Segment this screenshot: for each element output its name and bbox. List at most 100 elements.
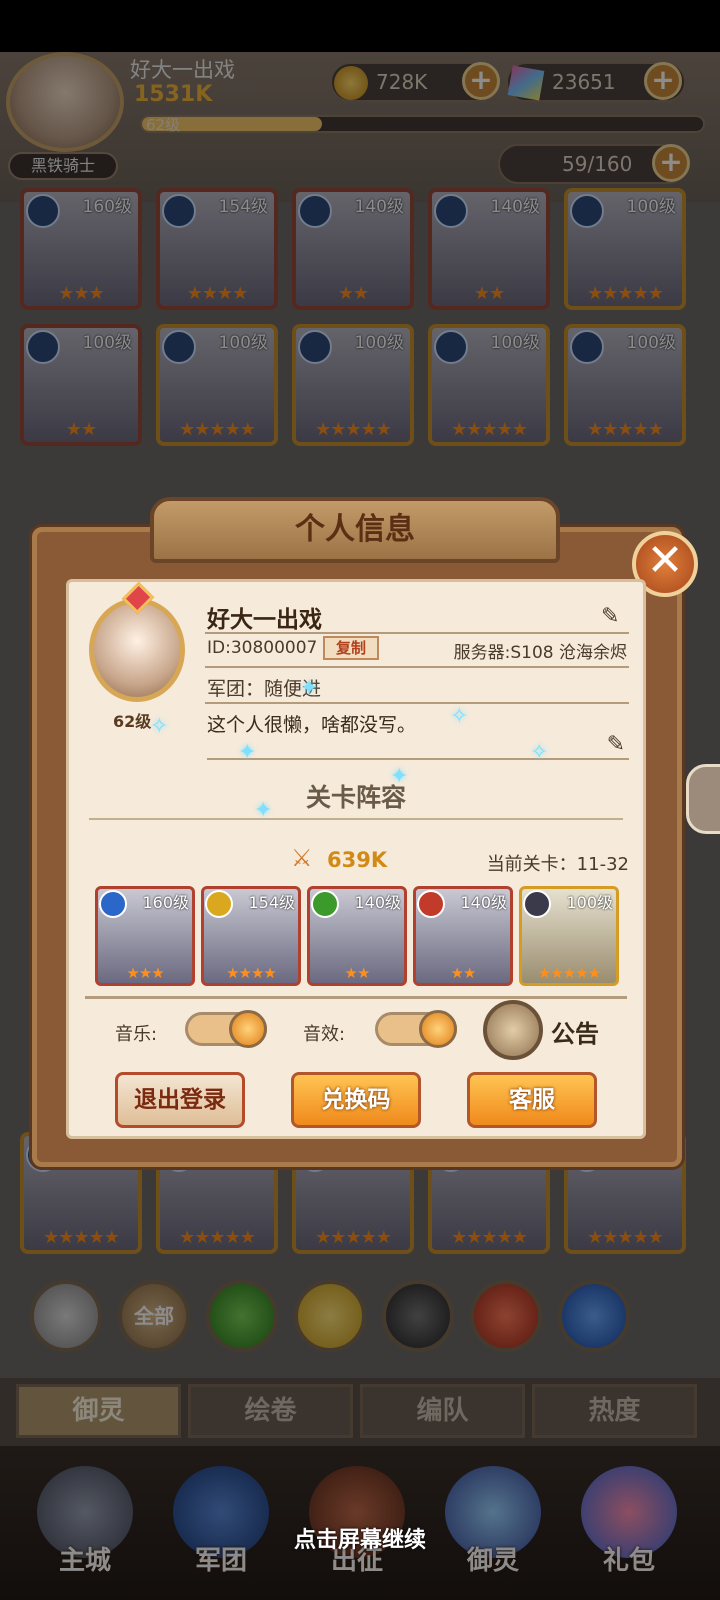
hero-level: 100级	[354, 333, 404, 353]
tab-formation[interactable]: 编队	[360, 1384, 525, 1438]
logout-button[interactable]: 退出登录	[115, 1072, 245, 1128]
hero-card[interactable]: 100级 ★★★★★	[564, 188, 686, 310]
gem-icon	[507, 65, 545, 101]
hero-card[interactable]: 100级 ★★★★★	[292, 324, 414, 446]
player-power: 1531K	[134, 82, 213, 107]
profile-level: 62级	[113, 712, 152, 731]
add-coins-button[interactable]: +	[462, 62, 500, 100]
lineup-hero-card[interactable]: 100级 ★★★★★	[519, 886, 619, 986]
add-gems-button[interactable]: +	[644, 62, 682, 100]
hero-level: 100级	[490, 333, 540, 353]
filter-wind-icon[interactable]	[206, 1280, 278, 1352]
filter-dark-icon[interactable]	[382, 1280, 454, 1352]
hero-stars: ★★★★★	[179, 419, 256, 440]
element-icon	[570, 330, 604, 364]
customer-service-button[interactable]: 客服	[467, 1072, 597, 1128]
sparkle-particle: ✦	[390, 764, 409, 789]
element-icon	[570, 194, 604, 228]
player-avatar[interactable]	[6, 52, 124, 152]
hero-card[interactable]: 100级 ★★★★★	[156, 324, 278, 446]
announcement-label[interactable]: 公告	[551, 1014, 599, 1049]
game-screen[interactable]: 好大一出戏 1531K 62级 728K + 23651 + 黑铁骑士 59/1…	[0, 52, 720, 1600]
copy-id-button[interactable]: 复制	[323, 636, 379, 660]
profile-modal: 个人信息 ✕ 62级 好大一出戏 ✎ ID:30800007 复制 服务器:S1…	[10, 497, 700, 1177]
hero-stars: ★★★★	[226, 964, 277, 982]
hero-level: 100级	[626, 197, 676, 217]
gem-value: 23651	[552, 70, 616, 94]
hero-card[interactable]: 140级 ★★	[428, 188, 550, 310]
divider	[205, 702, 629, 704]
announcement-horn-icon[interactable]	[483, 1000, 543, 1060]
sfx-toggle[interactable]	[375, 1010, 457, 1048]
current-stage: 当前关卡：11-32	[486, 854, 629, 875]
sparkle-particle: ✧	[450, 704, 469, 729]
element-filter-bar: 全部	[30, 1280, 690, 1360]
element-icon	[434, 194, 468, 228]
hero-card[interactable]: 100级 ★★★★★	[428, 324, 550, 446]
lineup-heroes: 160级 ★★★ 154级 ★★★★ 140级 ★★ 140级 ★★ 100级 ★★★★★	[95, 886, 625, 986]
lineup-hero-card[interactable]: 140级 ★★	[413, 886, 513, 986]
hero-level: 140级	[354, 893, 401, 912]
ornament-divider	[89, 818, 623, 820]
xp-bar	[140, 115, 705, 133]
element-icon	[26, 194, 60, 228]
hero-card[interactable]: 160级 ★★★	[20, 188, 142, 310]
toggle-knob	[229, 1010, 267, 1048]
filter-all-button[interactable]: 全部	[118, 1280, 190, 1352]
sfx-label: 音效:	[303, 1024, 346, 1045]
hero-stars: ★★	[65, 419, 97, 440]
hero-stars: ★★	[450, 964, 477, 982]
hero-level: 154级	[248, 893, 295, 912]
music-toggle[interactable]	[185, 1010, 267, 1048]
sparkle-particle: ✦	[254, 798, 273, 823]
music-label: 音乐:	[115, 1024, 158, 1045]
edit-name-icon[interactable]: ✎	[601, 604, 625, 629]
tab-heroes[interactable]: 御灵	[16, 1384, 181, 1438]
hero-stars: ★★★★★	[537, 964, 601, 982]
element-icon	[162, 330, 196, 364]
hero-card[interactable]: 154级 ★★★★	[156, 188, 278, 310]
tab-gallery[interactable]: 绘卷	[188, 1384, 353, 1438]
hero-stars: ★★★★★	[315, 1227, 392, 1248]
hero-stars: ★★★★★	[451, 1227, 528, 1248]
hero-level: 100级	[626, 333, 676, 353]
tab-popularity[interactable]: 热度	[532, 1384, 697, 1438]
hero-stars: ★★★★	[186, 283, 249, 304]
collection-tabs: 御灵 绘卷 编队 热度	[0, 1378, 720, 1446]
hero-stars: ★★	[473, 283, 505, 304]
hero-stars: ★★★★★	[587, 419, 664, 440]
hero-level: 154级	[218, 197, 268, 217]
lineup-hero-card[interactable]: 154级 ★★★★	[201, 886, 301, 986]
crossed-swords-icon: ⚔	[291, 844, 313, 872]
lineup-hero-card[interactable]: 160级 ★★★	[95, 886, 195, 986]
hero-card[interactable]: 100级 ★★★★★	[564, 324, 686, 446]
tap-to-continue-hint: 点击屏幕继续	[293, 1528, 426, 1553]
hero-stars: ★★★★★	[587, 1227, 664, 1248]
edit-signature-icon[interactable]: ✎	[607, 732, 625, 757]
wind-element-icon	[311, 890, 339, 918]
sparkle-particle: ✦	[238, 740, 257, 765]
hero-level: 100级	[82, 333, 132, 353]
coin-icon	[334, 66, 368, 100]
hero-stars: ★★★★★	[43, 1227, 120, 1248]
toggle-knob	[419, 1010, 457, 1048]
lineup-hero-card[interactable]: 140级 ★★	[307, 886, 407, 986]
coin-value: 728K	[376, 70, 428, 94]
expand-hero-slots-button[interactable]: +	[652, 144, 690, 182]
collapse-up-icon[interactable]	[30, 1280, 102, 1352]
element-icon	[434, 330, 468, 364]
player-name: 好大一出戏	[130, 58, 235, 82]
hero-card[interactable]: 100级 ★★	[20, 324, 142, 446]
filter-flower-icon[interactable]	[294, 1280, 366, 1352]
hero-stars: ★★★★★	[315, 419, 392, 440]
filter-water-icon[interactable]	[558, 1280, 630, 1352]
player-top-bar: 好大一出戏 1531K 62级 728K + 23651 + 黑铁骑士 59/1…	[0, 52, 720, 202]
player-level: 62级	[146, 116, 181, 134]
sparkle-particle: ✧	[530, 740, 549, 765]
flower-element-icon	[205, 890, 233, 918]
sparkle-particle: ✦	[300, 676, 319, 701]
hero-card[interactable]: 140级 ★★	[292, 188, 414, 310]
hero-stars: ★★★	[126, 964, 164, 982]
filter-fire-icon[interactable]	[470, 1280, 542, 1352]
redeem-code-button[interactable]: 兑换码	[291, 1072, 421, 1128]
